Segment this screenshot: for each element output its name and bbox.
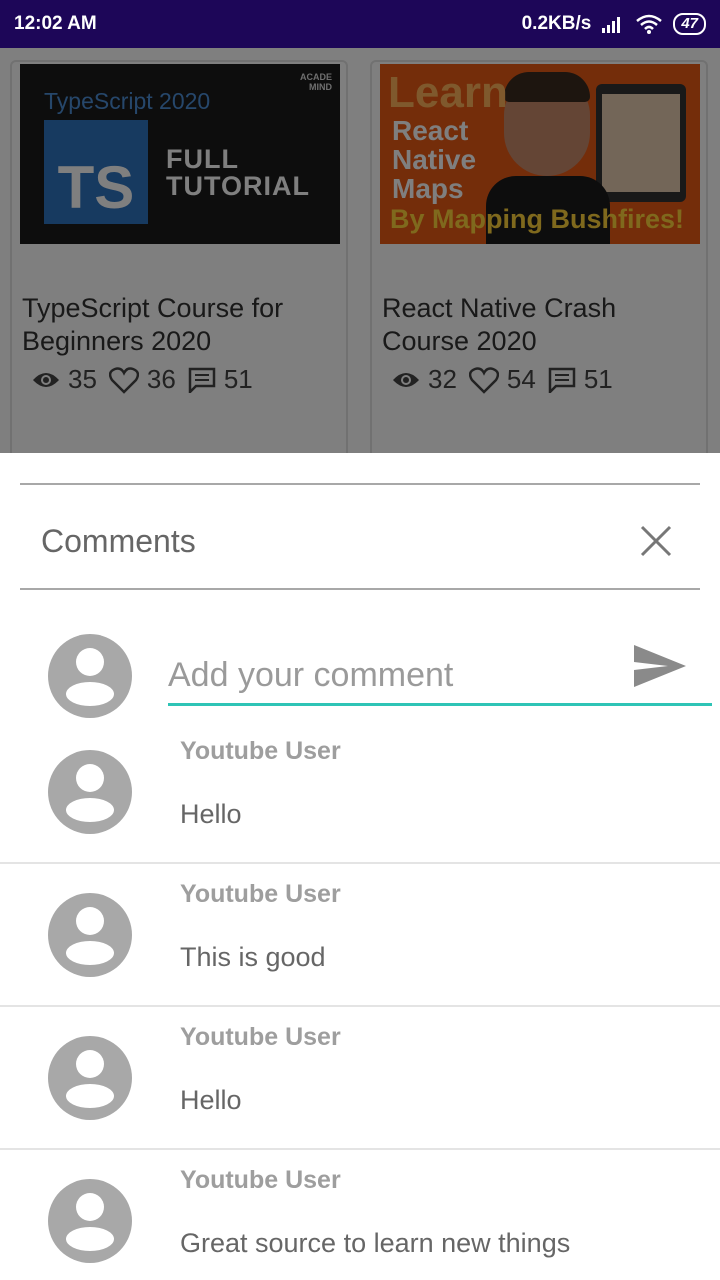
- battery-indicator: 47: [673, 13, 706, 35]
- status-time: 12:02 AM: [14, 13, 97, 34]
- close-icon[interactable]: [636, 521, 676, 561]
- status-bar: 12:02 AM 0.2KB/s 47: [0, 0, 720, 48]
- avatar: [48, 1179, 132, 1263]
- comments-sheet: Comments Youtube User Hello Youtube User…: [0, 453, 720, 1280]
- modal-backdrop[interactable]: [0, 48, 720, 453]
- avatar: [48, 893, 132, 977]
- sheet-divider: [20, 588, 700, 590]
- sheet-title: Comments: [41, 523, 196, 559]
- input-underline: [168, 703, 712, 706]
- comment-author: Youtube User: [180, 1023, 341, 1051]
- list-item: Youtube User This is good: [0, 864, 720, 1007]
- comment-author: Youtube User: [180, 880, 341, 908]
- list-item: Youtube User Hello: [0, 1007, 720, 1150]
- network-speed: 0.2KB/s: [521, 13, 592, 34]
- wifi-icon: [636, 14, 663, 34]
- comment-text: Hello: [180, 1085, 242, 1115]
- list-item: Youtube User Hello: [0, 721, 720, 864]
- current-user-avatar: [48, 634, 132, 718]
- comment-author: Youtube User: [180, 1166, 341, 1194]
- avatar: [48, 1036, 132, 1120]
- sheet-divider: [20, 483, 700, 485]
- avatar: [48, 750, 132, 834]
- send-icon[interactable]: [632, 643, 688, 689]
- comment-text: Great source to learn new things: [180, 1228, 571, 1258]
- signal-icon: [602, 17, 621, 33]
- comment-author: Youtube User: [180, 737, 341, 765]
- status-indicators: 0.2KB/s 47: [522, 13, 706, 35]
- comment-input[interactable]: [168, 651, 628, 699]
- comment-text: This is good: [180, 942, 326, 972]
- list-item: Youtube User Great source to learn new t…: [0, 1150, 720, 1280]
- video-grid: TypeScript 2020 TS FULL TUTORIAL ACADE M…: [0, 48, 720, 453]
- comment-text: Hello: [180, 799, 242, 829]
